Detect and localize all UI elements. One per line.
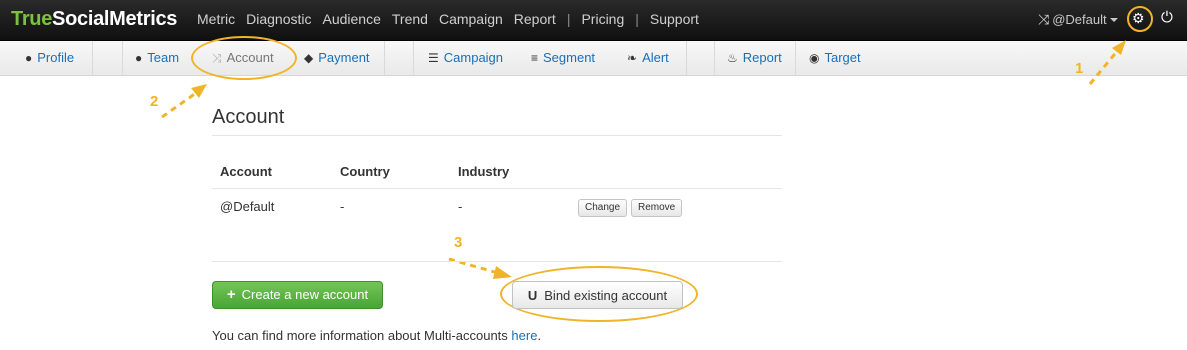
magnet-icon: U — [527, 287, 538, 303]
arrowhead-1 — [1112, 40, 1126, 55]
plus-icon: + — [226, 286, 236, 303]
arrowhead-3 — [493, 266, 512, 279]
arrow-1 — [1088, 49, 1120, 85]
info-text: You can find more information about Mult… — [212, 328, 542, 343]
arrow-2 — [161, 91, 197, 119]
divider — [212, 261, 782, 262]
cell-industry: - — [458, 199, 463, 214]
info-link[interactable]: here — [511, 328, 537, 343]
remove-button[interactable]: Remove — [631, 199, 683, 217]
divider — [212, 135, 782, 136]
annotation-number: 3 — [454, 234, 463, 251]
cell-country: - — [340, 199, 345, 214]
cell-account: @Default — [220, 199, 275, 214]
divider — [212, 188, 782, 189]
annotation-number: 2 — [150, 93, 159, 110]
change-button[interactable]: Change — [578, 199, 628, 217]
annotation-number: 1 — [1075, 60, 1084, 77]
column-header-account: Account — [220, 164, 272, 179]
page-title: Account — [212, 106, 285, 128]
column-header-country: Country — [340, 164, 390, 179]
create-account-button[interactable]: + Create a new account — [212, 281, 383, 309]
column-header-industry: Industry — [458, 164, 510, 179]
bind-account-button[interactable]: U Bind existing account — [512, 281, 683, 309]
